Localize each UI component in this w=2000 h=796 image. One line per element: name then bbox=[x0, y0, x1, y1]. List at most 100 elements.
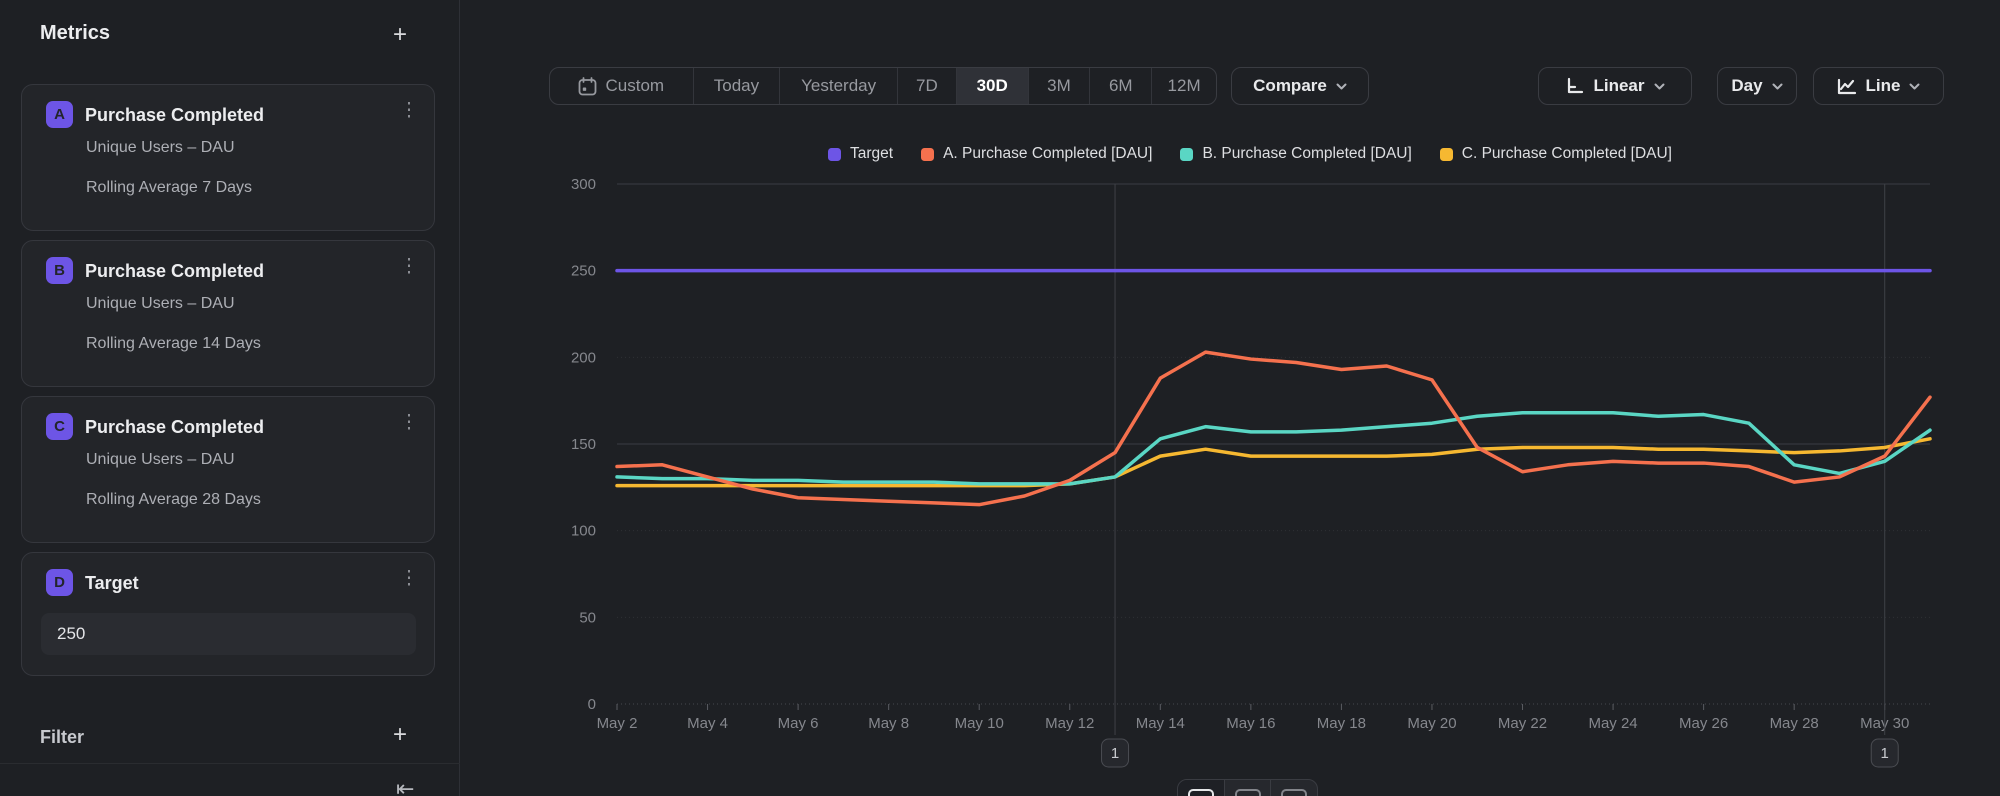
annotation-badge[interactable]: 1 bbox=[1102, 739, 1129, 767]
target-title: Target bbox=[85, 573, 139, 594]
range-label: Today bbox=[714, 76, 759, 96]
chevron-down-icon bbox=[1654, 83, 1665, 90]
x-axis-tick-label: May 12 bbox=[1045, 715, 1094, 732]
range-label: 7D bbox=[916, 76, 938, 96]
range-yesterday[interactable]: Yesterday bbox=[780, 68, 898, 104]
metric-chip-d: D bbox=[46, 569, 73, 596]
chevron-down-icon bbox=[1909, 83, 1920, 90]
metric-view-icon bbox=[1281, 789, 1307, 796]
legend-swatch bbox=[1180, 148, 1193, 161]
legend-label: B. Purchase Completed [DAU] bbox=[1202, 145, 1411, 163]
metric-card-b[interactable]: B Purchase Completed ⋮ Unique Users – DA… bbox=[21, 240, 435, 387]
x-axis-tick-label: May 4 bbox=[687, 715, 728, 732]
x-axis-tick-label: May 8 bbox=[868, 715, 909, 732]
legend-item[interactable]: Target bbox=[828, 145, 893, 163]
x-axis-tick-label: May 10 bbox=[955, 715, 1004, 732]
range-label: 12M bbox=[1168, 76, 1201, 96]
scale-selector-button[interactable]: Linear bbox=[1538, 67, 1692, 105]
kebab-menu-icon[interactable]: ⋮ bbox=[398, 567, 420, 590]
annotation-badge[interactable]: 1 bbox=[1871, 739, 1898, 767]
y-axis-tick-label: 150 bbox=[571, 436, 596, 453]
x-axis-tick-label: May 24 bbox=[1588, 715, 1637, 732]
x-axis-tick-label: May 16 bbox=[1226, 715, 1275, 732]
y-axis-tick-label: 200 bbox=[571, 349, 596, 366]
kebab-menu-icon[interactable]: ⋮ bbox=[398, 99, 420, 122]
view-toggle-metric[interactable] bbox=[1271, 780, 1317, 796]
range-custom[interactable]: Custom bbox=[550, 68, 694, 104]
x-axis-tick-label: May 28 bbox=[1770, 715, 1819, 732]
line-chart-icon bbox=[1837, 78, 1857, 95]
metric-measure: Unique Users – DAU bbox=[86, 451, 235, 469]
metric-rolling-average: Rolling Average 28 Days bbox=[86, 491, 261, 509]
target-value-input[interactable] bbox=[41, 613, 416, 655]
x-axis-tick-label: May 20 bbox=[1407, 715, 1456, 732]
kebab-menu-icon[interactable]: ⋮ bbox=[398, 255, 420, 278]
legend-item[interactable]: A. Purchase Completed [DAU] bbox=[921, 145, 1152, 163]
compare-button[interactable]: Compare bbox=[1231, 67, 1369, 105]
range-today[interactable]: Today bbox=[694, 68, 781, 104]
metric-rolling-average: Rolling Average 7 Days bbox=[86, 179, 252, 197]
metric-chip-a: A bbox=[46, 101, 73, 128]
date-range-selector: Custom Today Yesterday 7D 30D 3M 6M 12M bbox=[549, 67, 1217, 105]
metric-title: Purchase Completed bbox=[85, 417, 264, 438]
series-line-c-purchase-completed-dau bbox=[617, 439, 1930, 486]
filter-section-title: Filter bbox=[40, 727, 84, 748]
interval-selector-button[interactable]: Day bbox=[1717, 67, 1797, 105]
table-view-icon bbox=[1235, 789, 1261, 796]
range-label: 30D bbox=[977, 76, 1008, 96]
metric-card-a[interactable]: A Purchase Completed ⋮ Unique Users – DA… bbox=[21, 84, 435, 231]
collapse-sidebar-icon[interactable]: ⇤ bbox=[396, 776, 414, 796]
interval-label: Day bbox=[1731, 76, 1762, 96]
view-toggle-table[interactable] bbox=[1225, 780, 1272, 796]
metric-card-c[interactable]: C Purchase Completed ⋮ Unique Users – DA… bbox=[21, 396, 435, 543]
chart-view-toggle-group bbox=[1177, 779, 1318, 796]
compare-label: Compare bbox=[1253, 76, 1327, 96]
y-axis-tick-label: 300 bbox=[571, 178, 596, 193]
legend-item[interactable]: B. Purchase Completed [DAU] bbox=[1180, 145, 1411, 163]
sidebar-divider bbox=[0, 763, 460, 764]
chart-legend: Target A. Purchase Completed [DAU] B. Purc… bbox=[550, 145, 1950, 163]
y-axis-tick-label: 100 bbox=[571, 523, 596, 540]
metrics-sidebar: Metrics + A Purchase Completed ⋮ Unique … bbox=[0, 0, 460, 796]
y-axis-tick-label: 250 bbox=[571, 263, 596, 280]
range-label: Yesterday bbox=[801, 76, 876, 96]
metric-chip-c: C bbox=[46, 413, 73, 440]
x-axis-tick-label: May 26 bbox=[1679, 715, 1728, 732]
range-3m[interactable]: 3M bbox=[1029, 68, 1091, 104]
view-toggle-chart[interactable] bbox=[1178, 780, 1225, 796]
annotation-badge-label: 1 bbox=[1111, 745, 1119, 762]
add-filter-button[interactable]: + bbox=[386, 722, 414, 750]
kebab-menu-icon[interactable]: ⋮ bbox=[398, 411, 420, 434]
legend-label: A. Purchase Completed [DAU] bbox=[943, 145, 1152, 163]
legend-label: C. Purchase Completed [DAU] bbox=[1462, 145, 1672, 163]
metric-measure: Unique Users – DAU bbox=[86, 295, 235, 313]
x-axis-tick-label: May 14 bbox=[1136, 715, 1185, 732]
calendar-icon bbox=[578, 77, 597, 96]
metric-measure: Unique Users – DAU bbox=[86, 139, 235, 157]
y-axis-tick-label: 0 bbox=[588, 696, 596, 713]
range-label: Custom bbox=[605, 76, 664, 96]
range-30d[interactable]: 30D bbox=[957, 68, 1029, 104]
range-6m[interactable]: 6M bbox=[1090, 68, 1152, 104]
target-card[interactable]: D Target ⋮ bbox=[21, 552, 435, 676]
chevron-down-icon bbox=[1336, 83, 1347, 90]
range-7d[interactable]: 7D bbox=[898, 68, 957, 104]
legend-label: Target bbox=[850, 145, 893, 163]
range-12m[interactable]: 12M bbox=[1152, 68, 1216, 104]
chart-type-selector-button[interactable]: Line bbox=[1813, 67, 1944, 105]
chart-view-icon bbox=[1188, 789, 1214, 796]
y-axis-tick-label: 50 bbox=[579, 609, 596, 626]
add-metric-button[interactable]: + bbox=[386, 22, 414, 50]
chevron-down-icon bbox=[1772, 83, 1783, 90]
legend-swatch bbox=[1440, 148, 1453, 161]
series-line-b-purchase-completed-dau bbox=[617, 413, 1930, 484]
legend-swatch bbox=[921, 148, 934, 161]
metrics-line-chart: 050100150200250300May 2May 4May 6May 8Ma… bbox=[550, 178, 1950, 796]
annotation-badge-label: 1 bbox=[1881, 745, 1889, 762]
legend-item[interactable]: C. Purchase Completed [DAU] bbox=[1440, 145, 1672, 163]
linear-axis-icon bbox=[1565, 77, 1584, 96]
range-label: 6M bbox=[1109, 76, 1133, 96]
metric-title: Purchase Completed bbox=[85, 261, 264, 282]
metric-chip-b: B bbox=[46, 257, 73, 284]
x-axis-tick-label: May 2 bbox=[597, 715, 638, 732]
